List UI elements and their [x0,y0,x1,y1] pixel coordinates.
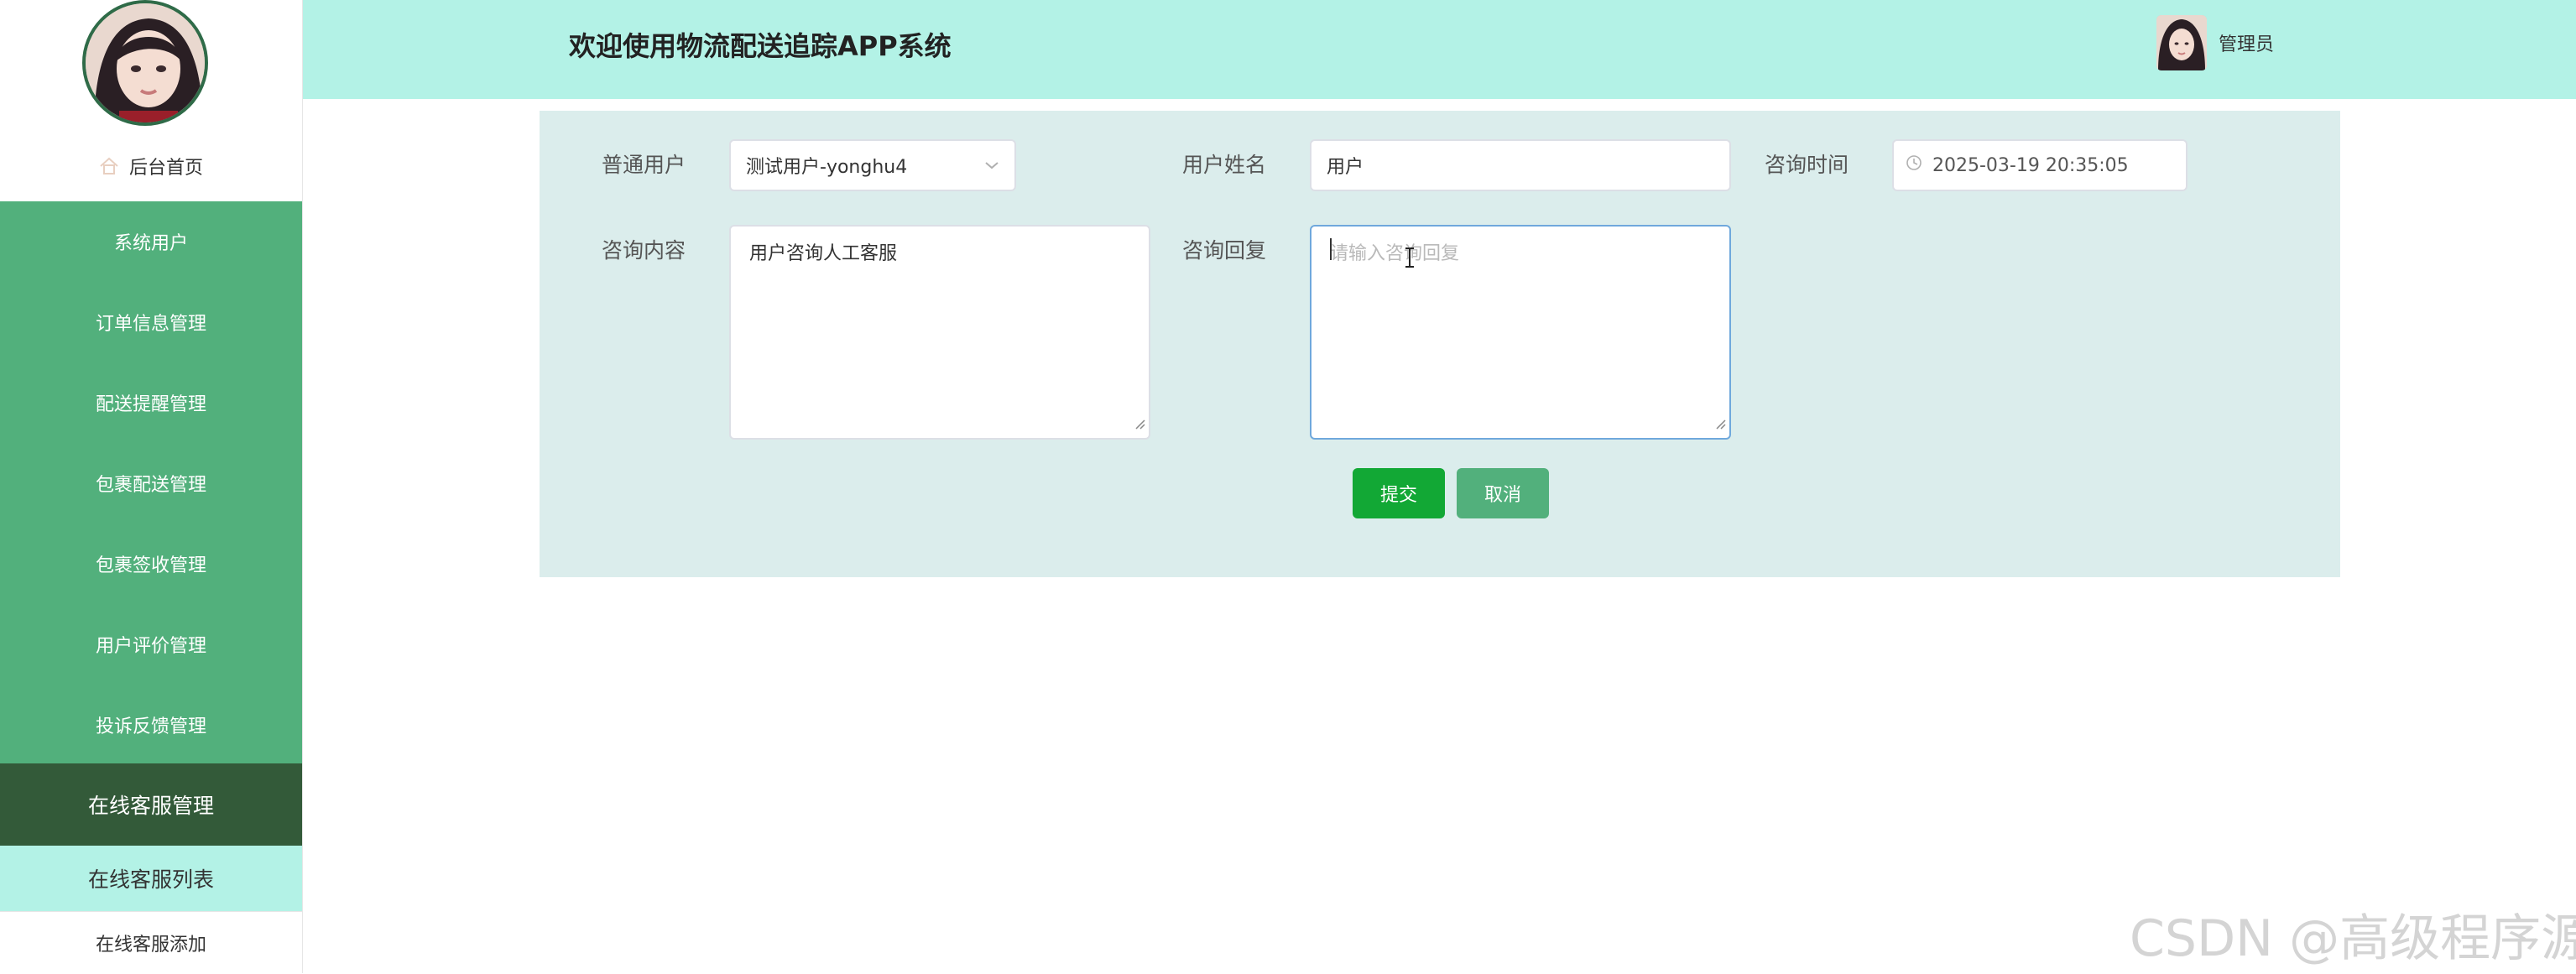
submenu-item-service-add[interactable]: 在线客服添加 [0,911,302,974]
user-select[interactable]: 测试用户-yonghu4 [729,139,1016,191]
reply-textarea-placeholder: 请输入咨询回复 [1330,243,1460,264]
user-name: 管理员 [2219,34,2275,55]
sidebar-item-complaints[interactable]: 投诉反馈管理 [0,685,302,765]
sidebar-item-system-users[interactable]: 系统用户 [0,201,302,282]
top-header: 欢迎使用物流配送追踪APP系统 管理员 [303,0,2576,99]
sidebar-item-label: 订单信息管理 [95,314,206,335]
sidebar-item-label: 包裹配送管理 [95,475,206,496]
page-title: 欢迎使用物流配送追踪APP系统 [569,30,952,62]
time-label: 咨询时间 [1765,153,1849,177]
sidebar-item-label: 在线客服管理 [87,794,214,818]
sidebar-item-label: 包裹签收管理 [95,555,206,576]
ibeam-cursor-icon [1404,247,1416,273]
content-textarea-value: 用户咨询人工客服 [749,243,898,264]
user-label: 普通用户 [602,153,686,177]
user-select-value: 测试用户-yonghu4 [746,157,908,178]
sidebar-item-delivery-reminders[interactable]: 配送提醒管理 [0,362,302,443]
user-menu[interactable]: 管理员 [2156,15,2274,70]
resize-handle-icon[interactable] [1134,414,1145,435]
submenu-item-label: 在线客服列表 [87,867,214,892]
avatar-image [86,3,205,122]
name-input-value: 用户 [1327,157,1364,178]
sidebar-item-label: 系统用户 [113,233,188,254]
submenu-item-label: 在线客服添加 [95,935,206,956]
resize-handle-icon[interactable] [1714,414,1726,435]
sidebar-item-label: 投诉反馈管理 [95,716,206,737]
content-label: 咨询内容 [602,238,686,263]
sidebar-home-label: 后台首页 [128,158,203,179]
sidebar-home-link[interactable]: 后台首页 [0,141,302,191]
sidebar-item-parcel-signing[interactable]: 包裹签收管理 [0,523,302,604]
avatar [82,0,208,126]
name-label: 用户姓名 [1182,153,1267,177]
avatar [2156,15,2207,70]
sidebar: 后台首页 系统用户 订单信息管理 配送提醒管理 包裹配送管理 包裹签收管理 用户… [0,0,303,974]
clock-icon [1906,154,1922,176]
sidebar-item-parcel-delivery[interactable]: 包裹配送管理 [0,443,302,523]
sidebar-item-label: 用户评价管理 [95,636,206,657]
chevron-down-icon [984,160,999,170]
time-picker[interactable]: 2025-03-19 20:35:05 [1892,139,2188,191]
sidebar-item-label: 配送提醒管理 [95,394,206,415]
sidebar-menu: 系统用户 订单信息管理 配送提醒管理 包裹配送管理 包裹签收管理 用户评价管理 … [0,201,302,763]
cancel-button[interactable]: 取消 [1457,468,1549,518]
reply-label: 咨询回复 [1182,238,1267,263]
submenu-item-service-list[interactable]: 在线客服列表 [0,846,302,911]
text-caret [1330,238,1332,260]
sidebar-item-online-service[interactable]: 在线客服管理 [0,763,302,846]
reply-textarea[interactable]: 请输入咨询回复 [1310,225,1731,440]
sidebar-avatar-wrap [82,0,216,126]
name-input[interactable]: 用户 [1310,139,1731,191]
sidebar-item-user-reviews[interactable]: 用户评价管理 [0,604,302,685]
watermark: CSDN @高级程序源 [2130,909,2576,968]
sidebar-item-orders[interactable]: 订单信息管理 [0,282,302,362]
content-textarea[interactable]: 用户咨询人工客服 [729,225,1150,440]
home-icon [99,157,119,175]
submit-button[interactable]: 提交 [1353,468,1445,518]
time-picker-value: 2025-03-19 20:35:05 [1932,154,2129,176]
